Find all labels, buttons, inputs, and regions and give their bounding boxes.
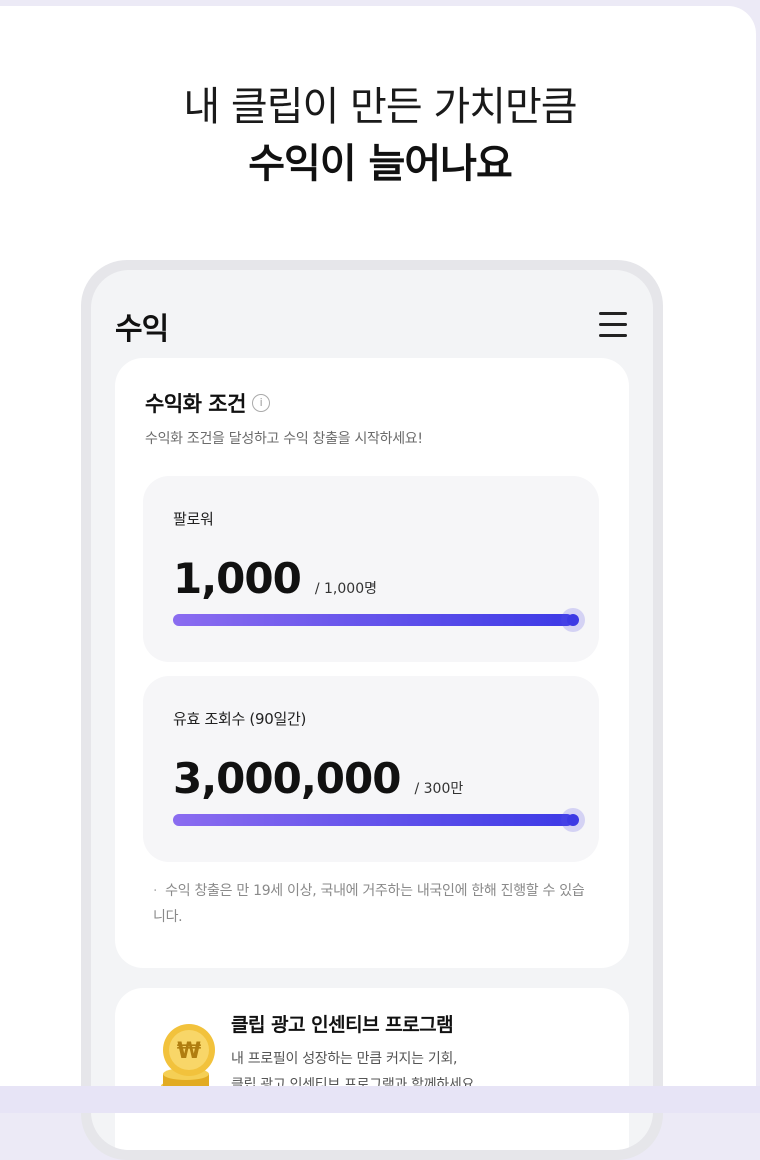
metric-value: 1,000 xyxy=(173,554,302,603)
progress-knob xyxy=(561,608,585,632)
progress-bar xyxy=(173,808,585,832)
page-title: 수익 xyxy=(115,312,169,347)
followers-metric: 팔로워 1,000 / 1,000명 xyxy=(143,476,599,662)
metric-target: / 300만 xyxy=(414,781,464,797)
hamburger-menu-icon[interactable] xyxy=(599,312,627,337)
progress-fill xyxy=(173,614,573,626)
ad-program-card[interactable]: ₩ 클립 광고 인센티브 프로그램 내 프로필이 성장하는 만큼 커지는 기회,… xyxy=(115,988,629,1150)
headline: 내 클립이 만든 가치만큼 수익이 늘어나요 xyxy=(0,80,760,192)
info-icon[interactable]: i xyxy=(251,394,270,412)
eligibility-note-text: 수익 창출은 만 19세 이상, 국내에 거주하는 내국인에 한해 진행할 수 … xyxy=(153,883,585,925)
progress-knob xyxy=(561,808,585,832)
metric-value: 3,000,000 xyxy=(173,754,401,803)
phone-mockup: 수익 수익화 조건 i 수익화 조건을 달성하고 수익 창출을 시작하세요! 팔… xyxy=(81,260,663,1160)
monetization-title-text: 수익화 조건 xyxy=(145,392,246,416)
metric-target: / 1,000명 xyxy=(314,581,377,597)
views-metric: 유효 조회수 (90일간) 3,000,000 / 300만 xyxy=(143,676,599,862)
phone-screen: 수익 수익화 조건 i 수익화 조건을 달성하고 수익 창출을 시작하세요! 팔… xyxy=(91,270,653,1150)
monetization-card: 수익화 조건 i 수익화 조건을 달성하고 수익 창출을 시작하세요! 팔로워 … xyxy=(115,358,629,968)
progress-bar xyxy=(173,608,585,632)
ad-program-desc-line1: 내 프로필이 성장하는 만큼 커지는 기회, xyxy=(231,1051,458,1067)
bottom-strip xyxy=(0,1086,760,1113)
monetization-subtitle: 수익화 조건을 달성하고 수익 창출을 시작하세요! xyxy=(145,431,423,447)
monetization-title: 수익화 조건 i xyxy=(145,388,270,418)
ad-program-title: 클립 광고 인센티브 프로그램 xyxy=(231,1014,454,1036)
metric-label: 팔로워 xyxy=(173,510,214,528)
metric-label: 유효 조회수 (90일간) xyxy=(173,710,307,728)
eligibility-note: · 수익 창출은 만 19세 이상, 국내에 거주하는 내국인에 한해 진행할 수… xyxy=(153,883,585,925)
svg-text:₩: ₩ xyxy=(177,1039,201,1064)
headline-line1: 내 클립이 만든 가치만큼 xyxy=(183,84,577,130)
headline-line2: 수익이 늘어나요 xyxy=(248,141,513,187)
progress-fill xyxy=(173,814,573,826)
